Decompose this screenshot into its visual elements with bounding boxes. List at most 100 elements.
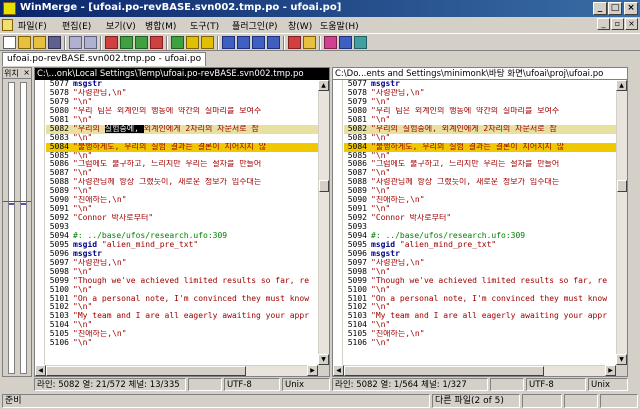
tab-ufoai-compare[interactable]: ufoai.po-revBASE.svn002.tmp.po - ufoai.p… — [2, 52, 207, 66]
all-right-icon[interactable] — [252, 36, 265, 49]
code-line[interactable]: 5095 msgid "alien_mind_pre_txt" — [46, 241, 318, 250]
right-horizontal-thumb[interactable] — [344, 366, 544, 376]
code-line[interactable]: 5077 msgstr — [344, 80, 616, 89]
left-vertical-scrollbar[interactable]: ▲ ▼ — [318, 80, 329, 365]
code-line[interactable]: 5097 "사령관님,\n" — [46, 259, 318, 268]
location-pane-close-icon[interactable]: × — [23, 68, 30, 77]
menu-file[interactable]: 파일(F) — [18, 19, 47, 32]
code-line[interactable]: 5101 "On a personal note, I'm convinced t… — [344, 295, 616, 304]
code-line[interactable]: 5092 "Connor 박사로부터" — [344, 214, 616, 223]
code-line[interactable]: 5093 — [46, 223, 318, 232]
code-line[interactable]: 5106 "\n" — [46, 339, 318, 348]
code-line[interactable]: 5096 msgstr — [344, 250, 616, 259]
code-line[interactable]: 5087 "\n" — [46, 169, 318, 178]
code-line[interactable]: 5077 msgstr — [46, 80, 318, 89]
code-line[interactable]: 5099 "Though we've achieved limited resul… — [46, 277, 318, 286]
code-line[interactable]: 5088 "사령관님께 항상 그랬듯이, 새로운 정보가 입수대는 — [46, 178, 318, 187]
winmerge-app-icon[interactable] — [3, 2, 16, 15]
code-line[interactable]: 5082 "우리의 실험중에, 외계인에게 2차리의 자문서로 잠 — [46, 124, 318, 134]
code-line[interactable]: 5081 "\n" — [344, 116, 616, 125]
prev-diff-icon[interactable] — [120, 36, 133, 49]
code-line[interactable]: 5097 "사령관님,\n" — [344, 259, 616, 268]
first-diff-icon[interactable] — [105, 36, 118, 49]
scroll-down-arrow-icon[interactable]: ▼ — [318, 354, 329, 365]
right-editor[interactable]: 5077 msgstr 5078 "사령관님,\n" 5079 "\n" 5080 "우리 팀… — [333, 80, 616, 365]
copy-right-advance-icon[interactable] — [222, 36, 235, 49]
code-line[interactable]: 5084 "불행하게도, 우리의 실험 결과는 결론이 지어지지 않 — [46, 142, 318, 152]
code-line[interactable]: 5105 "친애하는,\n" — [344, 330, 616, 339]
scroll-left-arrow-icon[interactable]: ◀ — [333, 365, 344, 376]
menu-plugins[interactable]: 플러그인(P) — [232, 19, 278, 32]
left-editor[interactable]: 5077 msgstr 5078 "사령관님,\n" 5079 "\n" 5080 "우리 팀… — [35, 80, 318, 365]
code-line[interactable]: 5091 "\n" — [344, 205, 616, 214]
code-line[interactable]: 5101 "On a personal note, I'm convinced t… — [46, 295, 318, 304]
code-line[interactable]: 5098 "\n" — [344, 268, 616, 277]
right-vertical-thumb[interactable] — [617, 180, 627, 192]
code-line[interactable]: 5090 "친애하는,\n" — [46, 196, 318, 205]
undo-icon[interactable] — [69, 36, 82, 49]
code-line[interactable]: 5094 #: ../base/ufos/research.ufo:309 — [46, 232, 318, 241]
document-icon[interactable] — [2, 19, 13, 31]
scroll-left-arrow-icon[interactable]: ◀ — [35, 365, 46, 376]
rescan-icon[interactable] — [354, 36, 367, 49]
code-line[interactable]: 5086 "그럼에도 불구하고, 느리지만 우리는 절차를 만들어 — [46, 160, 318, 169]
title-bar[interactable]: WinMerge - [ufoai.po-revBASE.svn002.tmp.… — [0, 0, 640, 17]
code-line[interactable]: 5103 "My team and I are all eagerly await… — [46, 312, 318, 321]
current-diff-icon[interactable] — [171, 36, 184, 49]
redo-icon[interactable] — [84, 36, 97, 49]
right-only-icon[interactable] — [339, 36, 352, 49]
code-line[interactable]: 5087 "\n" — [344, 169, 616, 178]
code-line[interactable]: 5106 "\n" — [344, 339, 616, 348]
close-button[interactable]: × — [624, 2, 638, 15]
code-line[interactable]: 5083 "\n" — [344, 134, 616, 143]
code-line[interactable]: 5104 "\n" — [46, 321, 318, 330]
maximize-button[interactable]: □ — [608, 2, 622, 15]
location-bar-right[interactable] — [20, 82, 27, 374]
right-vertical-scrollbar[interactable]: ▲ ▼ — [616, 80, 627, 365]
scroll-right-arrow-icon[interactable]: ▶ — [307, 365, 318, 376]
right-horizontal-scrollbar[interactable]: ◀ ▶ — [333, 365, 616, 376]
code-line[interactable]: 5104 "\n" — [344, 321, 616, 330]
code-line[interactable]: 5078 "사령관님,\n" — [344, 89, 616, 98]
menu-window[interactable]: 창(W) — [288, 19, 312, 32]
copy-left-advance-icon[interactable] — [237, 36, 250, 49]
new-file-icon[interactable] — [3, 36, 16, 49]
menu-edit[interactable]: 편집(E) — [62, 19, 91, 32]
code-line[interactable]: 5094 #: ../base/ufos/research.ufo:309 — [344, 232, 616, 241]
code-line[interactable]: 5093 — [344, 223, 616, 232]
location-bar-left[interactable] — [8, 82, 15, 374]
scroll-right-arrow-icon[interactable]: ▶ — [605, 365, 616, 376]
options-icon[interactable] — [303, 36, 316, 49]
menu-help[interactable]: 도움말(H) — [320, 19, 359, 32]
code-line[interactable]: 5079 "\n" — [46, 98, 318, 107]
left-horizontal-scrollbar[interactable]: ◀ ▶ — [35, 365, 318, 376]
copy-left-icon[interactable] — [201, 36, 214, 49]
code-line[interactable]: 5088 "사령관님께 항상 그랬듯이, 새로운 정보가 입수대는 — [344, 178, 616, 187]
open-project-icon[interactable] — [33, 36, 46, 49]
left-vertical-thumb[interactable] — [319, 180, 329, 192]
code-line[interactable]: 5085 "\n" — [46, 152, 318, 161]
code-line[interactable]: 5080 "우리 팀은 외계인의 행동에 약간의 실마리를 보여주 — [46, 107, 318, 116]
copy-right-icon[interactable] — [186, 36, 199, 49]
code-line[interactable]: 5092 "Connor 박사로부터" — [46, 214, 318, 223]
mdi-restore-button[interactable]: ▫ — [611, 18, 624, 30]
next-diff-icon[interactable] — [135, 36, 148, 49]
code-line[interactable]: 5089 "\n" — [46, 187, 318, 196]
code-line[interactable]: 5090 "친애하는,\n" — [344, 196, 616, 205]
open-folder-icon[interactable] — [18, 36, 31, 49]
code-line[interactable]: 5102 "\n" — [344, 303, 616, 312]
code-line[interactable]: 5096 msgstr — [46, 250, 318, 259]
code-line[interactable]: 5079 "\n" — [344, 98, 616, 107]
minimize-button[interactable]: _ — [593, 2, 607, 15]
code-line[interactable]: 5080 "우리 팀은 외계인의 행동에 약간의 실마리를 보여주 — [344, 107, 616, 116]
menu-view[interactable]: 보기(V) — [106, 19, 136, 32]
mdi-minimize-button[interactable]: _ — [597, 18, 610, 30]
mdi-close-button[interactable]: × — [625, 18, 638, 30]
code-line[interactable]: 5095 msgid "alien_mind_pre_txt" — [344, 241, 616, 250]
code-line[interactable]: 5084 "불행하게도, 우리의 실험 결과는 결론이 지어지지 않 — [344, 142, 616, 152]
code-line[interactable]: 5102 "\n" — [46, 303, 318, 312]
save-icon[interactable] — [48, 36, 61, 49]
menu-merge[interactable]: 병합(M) — [145, 19, 176, 32]
all-left-icon[interactable] — [267, 36, 280, 49]
code-line[interactable]: 5098 "\n" — [46, 268, 318, 277]
